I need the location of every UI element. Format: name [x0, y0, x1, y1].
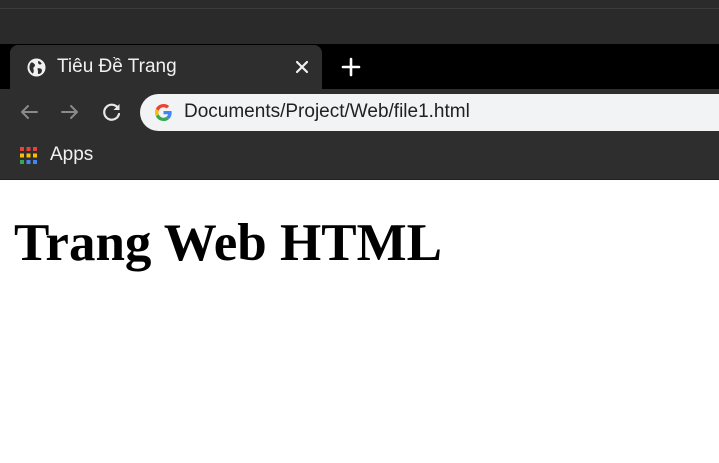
- window-top-edge: [0, 0, 719, 9]
- forward-arrow-icon[interactable]: [59, 101, 81, 123]
- bookmarks-bar: [0, 135, 719, 180]
- tab-title: Tiêu Đề Trang: [57, 56, 177, 77]
- new-tab-plus-icon[interactable]: [340, 56, 362, 78]
- apps-grid-icon[interactable]: [20, 147, 37, 164]
- bookmark-apps[interactable]: Apps: [50, 144, 93, 166]
- address-text[interactable]: Documents/Project/Web/file1.html: [184, 101, 470, 123]
- google-g-icon: [154, 103, 172, 122]
- reload-icon[interactable]: [101, 101, 123, 123]
- back-arrow-icon[interactable]: [18, 101, 40, 123]
- title-bar: [0, 9, 719, 44]
- globe-icon: [27, 58, 46, 77]
- close-icon[interactable]: [292, 57, 312, 77]
- page-heading: Trang Web HTML: [14, 214, 442, 272]
